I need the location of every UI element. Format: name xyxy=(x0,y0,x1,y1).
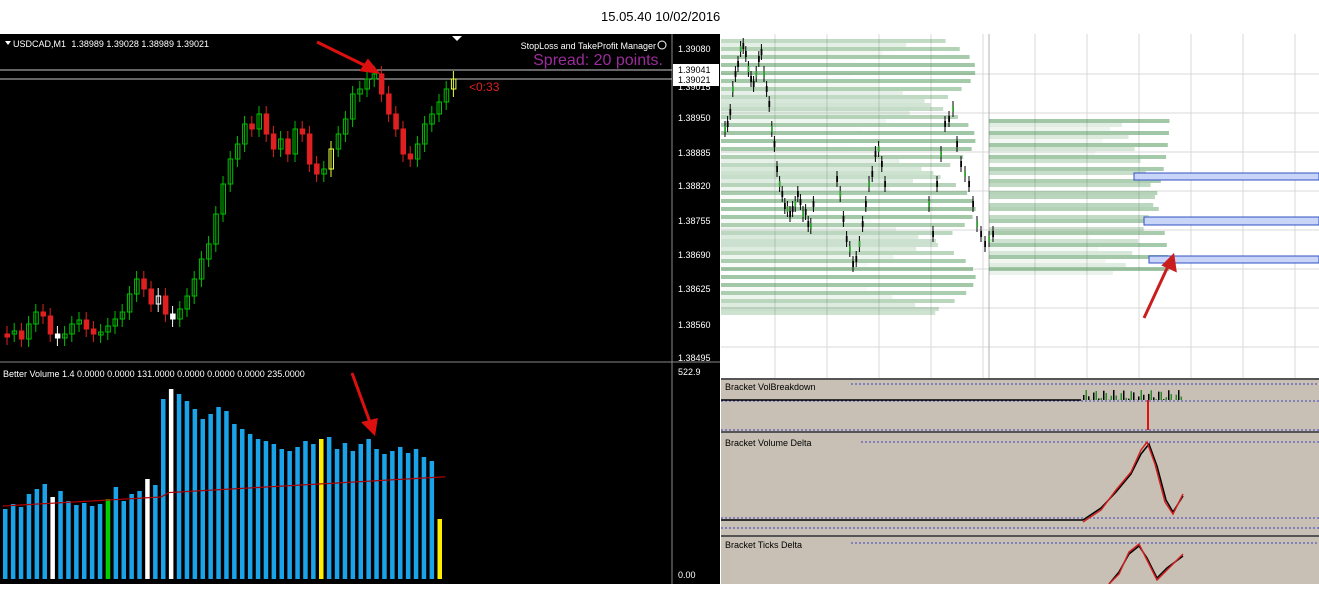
price-tick: 1.38560 xyxy=(678,320,711,330)
symbol-label: USDCAD,M11.38989 1.39028 1.38989 1.39021 xyxy=(13,39,209,49)
title-bar: 15.05.40 10/02/2016 xyxy=(0,0,1319,34)
price-tick: 1.38950 xyxy=(678,113,711,123)
bar-countdown: <0:33 xyxy=(469,80,500,94)
spread-text: Spread: 20 points. xyxy=(533,52,663,69)
panel-title: Bracket Ticks Delta xyxy=(725,540,802,550)
price-tick: 1.38755 xyxy=(678,216,711,226)
candlestick-chart[interactable]: USDCAD,M11.38989 1.39028 1.38989 1.39021… xyxy=(0,34,720,584)
price-tick: 1.38885 xyxy=(678,148,711,158)
volume-indicator-label: Better Volume 1.4 0.0000 0.0000 131.0000… xyxy=(3,369,305,379)
zone-box[interactable] xyxy=(1144,217,1319,225)
ask-price: 1.39041 xyxy=(678,65,711,75)
price-tick: 1.39015 xyxy=(678,82,711,92)
volume-scale-top: 522.9 xyxy=(678,367,701,377)
price-tick: 1.38495 xyxy=(678,353,711,363)
price-tick: 1.38625 xyxy=(678,284,711,294)
volume-profile-heatmap xyxy=(721,39,1169,315)
ea-label: StopLoss and TakeProfit Manager xyxy=(521,41,656,51)
footprint-chart[interactable]: Bracket VolBreakdown Bracket Volume Delt… xyxy=(721,34,1319,584)
zone-box[interactable] xyxy=(1134,173,1319,180)
timestamp: 15.05.40 10/02/2016 xyxy=(601,9,720,24)
mt4-chart-window[interactable]: USDCAD,M11.38989 1.39028 1.38989 1.39021… xyxy=(0,34,720,584)
price-area[interactable] xyxy=(0,34,672,361)
price-tick: 1.38820 xyxy=(678,181,711,191)
price-tick: 1.38690 xyxy=(678,250,711,260)
panel-title: Bracket Volume Delta xyxy=(725,438,812,448)
volume-scale-bottom: 0.00 xyxy=(678,570,696,580)
value-area-boxes xyxy=(1134,173,1319,263)
lower-panels-bg xyxy=(721,379,1319,584)
volume-bars xyxy=(3,389,442,579)
bracket-chart-window[interactable]: Bracket VolBreakdown Bracket Volume Delt… xyxy=(721,34,1319,584)
price-tick: 1.39080 xyxy=(678,44,711,54)
annotation-arrow xyxy=(1144,256,1175,318)
panel-title: Bracket VolBreakdown xyxy=(725,382,816,392)
